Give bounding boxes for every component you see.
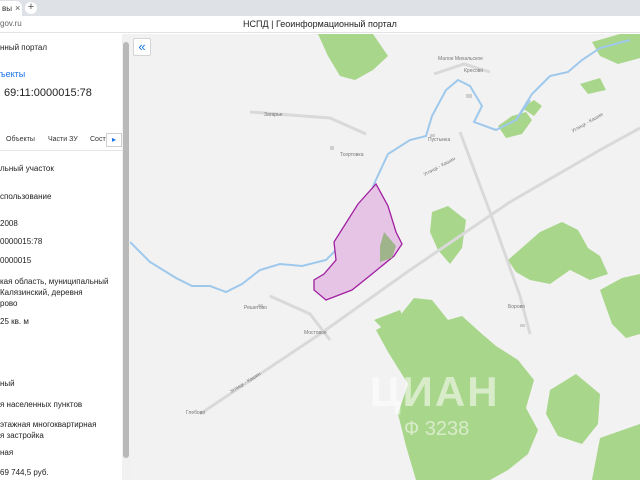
permitted-use-line-1: этажная многоквартирная [0,420,97,429]
map-label-mostovoe: Мостовое [304,330,327,336]
scrollbar-thumb[interactable] [123,42,129,458]
map-label-top-village: Малое Михальское [438,56,483,62]
forest-small-2 [580,78,606,94]
forest-far-east [600,274,640,338]
forest-east [508,222,608,284]
forest-top-left [318,34,388,80]
status: ный [0,379,15,388]
portal-label: нный портал [0,43,48,52]
address-line-1: кая область, муниципальный [0,277,109,286]
tab-title: вы [2,4,12,13]
ownership-form: ная [0,448,14,457]
page-title: НСПД | Геоинформационный портал [243,19,397,29]
tabs-next-button[interactable]: ▸ [106,133,122,147]
map-label-borovo: Борово [508,304,526,310]
close-icon[interactable]: × [15,3,20,13]
forest-top-right [498,112,532,138]
info-panel: нный портал ъекты 69:11:0000015:78 Объек… [0,34,123,480]
usage-label: спользование [0,192,52,201]
tab-objects[interactable]: Объекты [6,136,35,143]
object-type: льный участок [0,164,54,173]
address-bar: gov.ru НСПД | Геоинформационный портал [0,16,640,33]
forest-bottom-right [546,374,600,444]
cadastral-number: 69:11:0000015:78 [4,87,92,99]
map-label-pustynka: Пустынка [428,137,451,143]
objects-link[interactable]: ъекты [0,69,25,79]
map-label-reshetovo: Решетово [244,305,267,311]
area: 25 кв. м [0,317,29,326]
cadastral-cost: 69 744,5 руб. [0,468,49,477]
watermark-logo: ЦИАН [370,368,500,415]
tab-composition[interactable]: Сост [90,136,106,143]
cadastral-quarter: 0000015 [0,256,32,265]
new-tab-button[interactable]: + [25,2,37,14]
forest-corner [592,424,640,480]
permitted-use: этажная многоквартирная я застройка [0,419,120,441]
map-label-kresovo: Кресово [464,68,484,74]
address: кая область, муниципальный Калязинский, … [0,276,120,309]
river-main [130,78,531,294]
permitted-use-line-2: я застройка [0,431,44,440]
map-label-zagarye: Загарье [264,112,283,118]
watermark-id: Ф 3238 [404,418,470,440]
cadastral-number-short: 0000015:78 [0,237,43,246]
map-label-tsvetkovo: Тсертовка [340,152,364,158]
panel-scrollbar[interactable] [122,34,130,480]
address-line-2: Калязинский, деревня [0,288,83,297]
panel-tabs: Объекты Части ЗУ Сост [0,131,122,151]
buildings [258,94,525,327]
map-label-glebovo: Глебово [186,410,206,416]
address-line-3: рово [0,299,18,308]
collapse-panel-button[interactable]: « [133,38,151,56]
browser-tabbar: вы × + [0,0,640,16]
registration-date: 2008 [0,219,18,228]
tab-parts[interactable]: Части ЗУ [48,136,78,143]
browser-tab[interactable]: вы × [0,1,22,16]
land-category: я населенных пунктов [0,400,83,409]
